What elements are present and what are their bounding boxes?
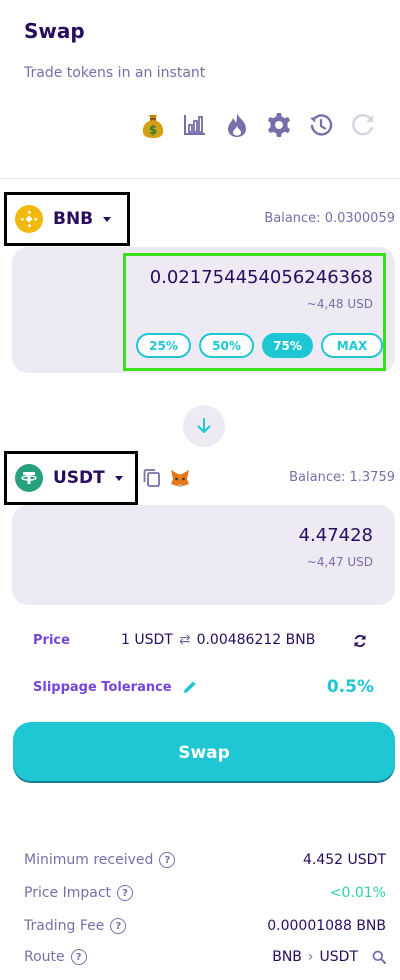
chart-icon[interactable] — [180, 110, 210, 140]
route-row: Route ? BNB › USDT — [24, 946, 386, 968]
percent-50-button[interactable]: 50% — [199, 333, 254, 358]
price-impact-label: Price Impact — [24, 885, 112, 901]
from-token-symbol: BNB — [53, 209, 94, 229]
price-refresh-icon[interactable] — [352, 633, 368, 653]
arrow-down-icon — [197, 418, 211, 433]
gear-icon[interactable] — [264, 110, 294, 140]
route-value: BNB › USDT — [272, 949, 386, 965]
pencil-icon[interactable] — [182, 679, 198, 699]
price-impact-value: <0.01% — [329, 885, 386, 901]
to-token-symbol: USDT — [53, 468, 105, 488]
percent-max-button[interactable]: MAX — [321, 333, 383, 358]
percent-buttons: 25% 50% 75% MAX — [136, 333, 383, 358]
swap-toolbar: $ — [138, 110, 378, 140]
to-amount-panel[interactable]: 4.47428 ~4,47 USD — [12, 505, 395, 605]
switch-tokens-button[interactable] — [183, 405, 225, 447]
divider — [0, 178, 400, 179]
slippage-row: Slippage Tolerance 0.5% — [0, 676, 400, 700]
price-value: 1 USDT ⇄ 0.00486212 BNB — [121, 632, 315, 648]
minimum-received-value: 4.452 USDT — [303, 852, 386, 868]
slippage-value[interactable]: 0.5% — [327, 677, 374, 697]
fire-icon[interactable] — [222, 110, 252, 140]
trading-fee-label: Trading Fee — [24, 918, 105, 934]
to-balance: Balance: 1.3759 — [289, 470, 395, 485]
slippage-label: Slippage Tolerance — [33, 680, 172, 695]
question-icon[interactable]: ? — [159, 852, 176, 868]
percent-75-button[interactable]: 75% — [262, 333, 313, 358]
to-usd-value: ~4,47 USD — [306, 555, 373, 569]
swap-arrows-icon: ⇄ — [178, 632, 191, 648]
usdt-logo-icon — [15, 464, 43, 492]
token-actions — [143, 468, 191, 492]
price-right: 0.00486212 BNB — [196, 632, 316, 648]
from-token-selector[interactable]: BNB — [4, 192, 130, 246]
history-icon[interactable] — [306, 110, 336, 140]
page-title: Swap — [24, 19, 85, 43]
route-to: USDT — [319, 949, 358, 965]
minimum-received-label: Minimum received — [24, 852, 154, 868]
to-token-row: USDT Balance: 1.3759 — [0, 451, 400, 505]
refresh-icon[interactable] — [348, 110, 378, 140]
money-bag-icon[interactable]: $ — [138, 110, 168, 140]
trading-fee-row: Trading Fee ? 0.00001088 BNB — [24, 915, 386, 937]
price-impact-row: Price Impact ? <0.01% — [24, 882, 386, 904]
search-icon[interactable] — [372, 950, 386, 964]
to-token-selector[interactable]: USDT — [4, 451, 138, 505]
chevron-down-icon — [114, 475, 123, 481]
route-label: Route — [24, 949, 65, 965]
svg-text:$: $ — [149, 123, 157, 137]
metamask-fox-icon[interactable] — [169, 468, 191, 492]
page-subtitle: Trade tokens in an instant — [24, 65, 206, 81]
page-header: Swap Trade tokens in an instant — [0, 0, 400, 82]
chevron-right-icon: › — [307, 949, 314, 965]
price-row: Price 1 USDT ⇄ 0.00486212 BNB — [0, 631, 400, 653]
route-from: BNB — [272, 949, 302, 965]
question-icon[interactable]: ? — [110, 918, 127, 934]
percent-25-button[interactable]: 25% — [136, 333, 191, 358]
from-token-row: BNB Balance: 0.0300059 — [0, 192, 400, 246]
price-label: Price — [33, 633, 70, 648]
question-icon[interactable]: ? — [117, 885, 134, 901]
chevron-down-icon — [103, 216, 112, 222]
from-balance: Balance: 0.0300059 — [264, 211, 395, 226]
swap-button[interactable]: Swap — [13, 722, 395, 783]
price-left: 1 USDT — [121, 632, 173, 648]
copy-icon[interactable] — [143, 468, 161, 492]
question-icon[interactable]: ? — [70, 949, 87, 965]
bnb-logo-icon — [15, 205, 43, 233]
minimum-received-row: Minimum received ? 4.452 USDT — [24, 849, 386, 871]
trading-fee-value: 0.00001088 BNB — [267, 918, 386, 934]
to-amount-output[interactable]: 4.47428 — [299, 525, 373, 546]
